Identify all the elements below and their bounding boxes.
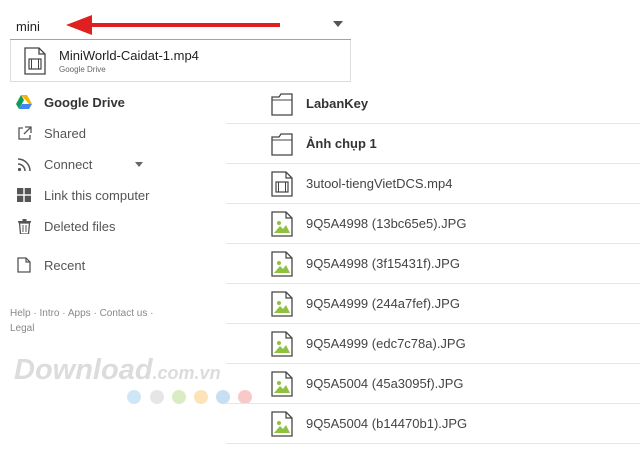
sidebar-item-recent[interactable]: Recent xyxy=(16,254,85,276)
footer-separator: · xyxy=(93,308,97,319)
search-dropdown-caret-icon[interactable] xyxy=(333,21,343,27)
search-suggestion[interactable]: MiniWorld-Caidat-1.mp4 Google Drive xyxy=(10,40,351,82)
file-row-video[interactable]: 3utool-tiengVietDCS.mp4 xyxy=(226,164,640,204)
file-name: 9Q5A4998 (13bc65e5).JPG xyxy=(306,216,467,231)
sidebar-item-google-drive[interactable]: Google Drive xyxy=(16,91,125,113)
file-list: LabanKey Ảnh chụp 1 3utool-tiengVietDCS.… xyxy=(226,84,640,444)
footer-link-apps[interactable]: Apps xyxy=(68,308,91,319)
image-file-icon xyxy=(271,331,293,357)
suggestion-source: Google Drive xyxy=(59,65,106,74)
watermark-main: Download xyxy=(14,354,153,386)
image-file-icon xyxy=(271,371,293,397)
watermark-dot xyxy=(127,390,141,404)
image-file-icon xyxy=(271,291,293,317)
file-name: 3utool-tiengVietDCS.mp4 xyxy=(306,176,453,191)
google-drive-icon xyxy=(16,94,32,110)
sidebar-item-link-this-computer[interactable]: Link this computer xyxy=(16,184,150,206)
windows-icon xyxy=(16,187,32,203)
recent-icon xyxy=(16,257,32,273)
file-name: 9Q5A5004 (45a3095f).JPG xyxy=(306,376,464,391)
trash-icon xyxy=(16,218,32,234)
connect-dropdown-caret-icon[interactable] xyxy=(135,161,144,167)
image-file-icon xyxy=(271,251,293,277)
file-row-image[interactable]: 9Q5A4998 (13bc65e5).JPG xyxy=(226,204,640,244)
watermark-dot xyxy=(194,390,208,404)
sidebar-item-label: Shared xyxy=(44,125,86,141)
sidebar-item-label: Google Drive xyxy=(44,94,125,110)
file-row-folder[interactable]: Ảnh chụp 1 xyxy=(226,124,640,164)
folder-icon xyxy=(271,133,293,156)
footer-links: Help · Intro · Apps · Contact us · Legal xyxy=(10,306,180,336)
footer-link-legal[interactable]: Legal xyxy=(10,323,34,334)
sidebar: Google Drive Shared Connect Link this co… xyxy=(0,88,225,338)
sidebar-item-label: Deleted files xyxy=(44,218,116,234)
file-row-image[interactable]: 9Q5A4999 (244a7fef).JPG xyxy=(226,284,640,324)
connect-icon xyxy=(16,156,32,172)
red-arrow-icon xyxy=(66,15,280,35)
sidebar-item-deleted-files[interactable]: Deleted files xyxy=(16,215,116,237)
watermark: Download.com.vn xyxy=(14,354,221,387)
video-file-icon xyxy=(24,47,46,75)
sidebar-item-connect[interactable]: Connect xyxy=(16,153,144,175)
footer-link-intro[interactable]: Intro xyxy=(39,308,59,319)
footer-separator: · xyxy=(62,308,66,319)
footer-link-help[interactable]: Help xyxy=(10,308,31,319)
footer-separator: · xyxy=(33,308,37,319)
file-row-image[interactable]: 9Q5A5004 (45a3095f).JPG xyxy=(226,364,640,404)
shared-icon xyxy=(16,125,32,141)
file-name: 9Q5A5004 (b14470b1).JPG xyxy=(306,416,468,431)
file-row-image[interactable]: 9Q5A4999 (edc7c78a).JPG xyxy=(226,324,640,364)
file-name: Ảnh chụp 1 xyxy=(306,136,377,151)
file-row-image[interactable]: 9Q5A5004 (b14470b1).JPG xyxy=(226,404,640,444)
watermark-dot xyxy=(150,390,164,404)
image-file-icon xyxy=(271,211,293,237)
footer-link-contact[interactable]: Contact us xyxy=(100,308,148,319)
sidebar-item-shared[interactable]: Shared xyxy=(16,122,86,144)
watermark-dot xyxy=(172,390,186,404)
file-name: 9Q5A4999 (244a7fef).JPG xyxy=(306,296,460,311)
folder-icon xyxy=(271,93,293,116)
sidebar-item-label: Recent xyxy=(44,257,86,273)
file-name: 9Q5A4998 (3f15431f).JPG xyxy=(306,256,460,271)
file-row-folder[interactable]: LabanKey xyxy=(226,84,640,124)
file-name: 9Q5A4999 (edc7c78a).JPG xyxy=(306,336,466,351)
sidebar-item-label: Link this computer xyxy=(44,187,150,203)
file-row-image[interactable]: 9Q5A4998 (3f15431f).JPG xyxy=(226,244,640,284)
video-file-icon xyxy=(271,171,293,197)
suggestion-file-name: MiniWorld-Caidat-1.mp4 xyxy=(59,48,199,63)
image-file-icon xyxy=(271,411,293,437)
watermark-suffix: .com.vn xyxy=(152,363,221,383)
file-name: LabanKey xyxy=(306,96,369,111)
sidebar-item-label: Connect xyxy=(44,156,93,172)
footer-separator: · xyxy=(150,308,154,319)
